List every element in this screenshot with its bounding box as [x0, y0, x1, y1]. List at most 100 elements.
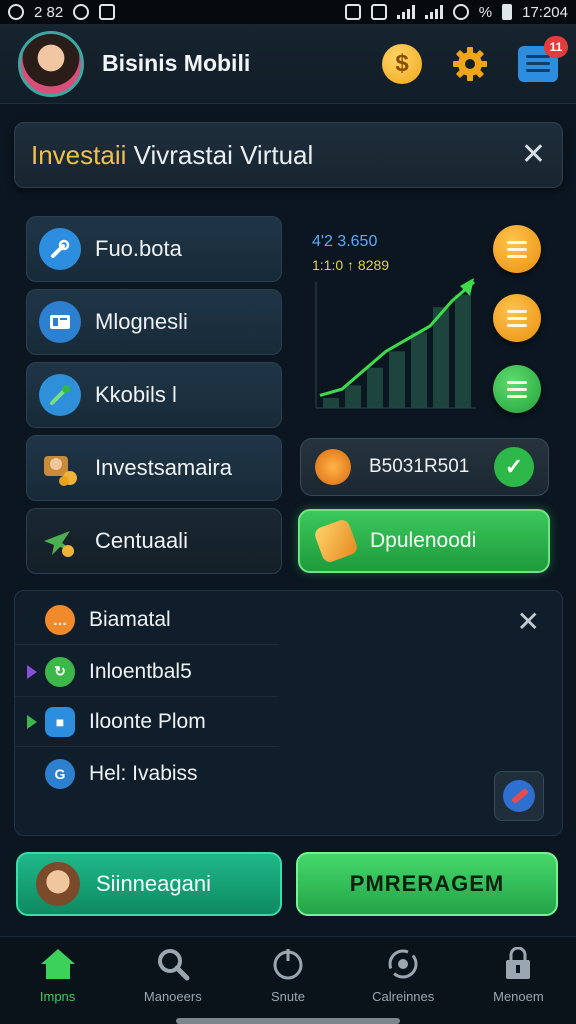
- vibrate-icon: [344, 4, 361, 20]
- square-icon: ■: [45, 706, 75, 737]
- deposit-button[interactable]: Dpulenoodi: [298, 509, 550, 573]
- notification-icon: [8, 4, 24, 20]
- secondary-action-button[interactable]: Siinneagani: [16, 852, 282, 916]
- tool-button[interactable]: [494, 771, 544, 821]
- home-indicator[interactable]: [176, 1018, 400, 1024]
- status-left-text: 2 82: [34, 3, 64, 21]
- app-notification-icon: [73, 4, 90, 20]
- message-icon[interactable]: 11: [518, 35, 568, 82]
- nav-label: Menoem: [493, 989, 544, 1004]
- chart-bar: [389, 351, 405, 408]
- home-icon: [40, 949, 75, 979]
- chart-bars: [323, 294, 471, 408]
- wrench-icon: [503, 780, 535, 812]
- menu-item-label: Mlognesli: [95, 309, 188, 334]
- menu-item-centuaali[interactable]: Centuaali: [26, 508, 282, 574]
- chart-bar: [345, 385, 361, 408]
- menu-item-label: Centuaali: [95, 528, 188, 553]
- secondary-action-label: Siinneagani: [96, 871, 211, 896]
- banner-close-button[interactable]: ✕: [521, 140, 546, 170]
- chart-bar: [455, 294, 471, 408]
- panel-row-iloonte-plom[interactable]: ■ Iloonte Plom: [15, 697, 279, 747]
- avatar[interactable]: [18, 30, 84, 97]
- play-arrow-icon: [27, 664, 37, 679]
- panel-row-label: Biamatal: [89, 607, 171, 631]
- banner-title: Investaii Vivrastai Virtual: [31, 140, 521, 171]
- chart-bar: [433, 307, 449, 408]
- value-card-text: B5031R501: [369, 456, 470, 477]
- lock-icon: [506, 947, 531, 979]
- refresh-icon: ↻: [45, 656, 75, 687]
- gear-icon[interactable]: [450, 44, 490, 84]
- chat-icon: …: [45, 604, 75, 635]
- panel-row-inloentbal5[interactable]: ↻ Inloentbal5: [15, 647, 279, 697]
- nav-item-sync[interactable]: Calreinnes: [346, 937, 461, 1024]
- stats-chart: 4'2 3.650 1:1:0 ↑ 8289: [296, 222, 488, 422]
- battery-icon: [502, 4, 513, 20]
- coin-icon[interactable]: $: [382, 43, 422, 84]
- sync-icon: [388, 949, 418, 979]
- tool-icon: [39, 374, 81, 416]
- rocket-icon: [315, 449, 351, 485]
- coins-icon: [39, 447, 81, 489]
- nav-label: Snute: [271, 989, 305, 1004]
- chart-label-bottom: 1:1:0 ↑ 8289: [312, 257, 389, 273]
- chart-svg: 4'2 3.650 1:1:0 ↑ 8289: [312, 233, 476, 409]
- power-icon: [273, 949, 303, 980]
- banner: Investaii Vivrastai Virtual ✕: [14, 122, 563, 188]
- chart-bar: [367, 367, 383, 408]
- search-icon: [157, 949, 190, 981]
- nav-label: Impns: [39, 989, 76, 1004]
- menu-item-label: Fuo.bota: [95, 236, 182, 261]
- menu-item-fuobota[interactable]: Fuo.bota: [26, 216, 282, 282]
- bottom-nav: Impns Manoeers Snute Calreinnes Menoem: [0, 936, 576, 1024]
- value-card[interactable]: B5031R501 ✓: [300, 438, 549, 496]
- panel-close-button[interactable]: ✕: [517, 605, 540, 638]
- check-icon[interactable]: ✓: [494, 447, 534, 487]
- g-icon: G: [45, 759, 75, 789]
- menu-item-investsamaira[interactable]: Investsamaira: [26, 435, 282, 501]
- nav-item-lock[interactable]: Menoem: [461, 937, 576, 1024]
- primary-action-button[interactable]: PMRERAGEM: [296, 852, 558, 916]
- status-bar: 2 82 % 17:204: [0, 0, 576, 24]
- panel-row-hel-ivabiss[interactable]: G Hel: Ivabiss: [15, 749, 279, 799]
- chart-menu-button-1[interactable]: [493, 225, 541, 273]
- image-notification-icon: [99, 4, 116, 20]
- chart-menu-button-3[interactable]: [493, 365, 541, 413]
- nav-item-power[interactable]: Snute: [230, 937, 345, 1024]
- wrench-icon: [39, 228, 81, 270]
- character-icon: [36, 862, 80, 906]
- banner-title-highlight: Investaii: [31, 139, 127, 170]
- menu-list: Fuo.bota Mlognesli Kkobils l Investsamai…: [26, 216, 282, 581]
- app-title: Bisinis Mobili: [102, 50, 251, 76]
- panel-row-label: Inloentbal5: [89, 659, 192, 683]
- info-panel: ✕ … Biamatal ↻ Inloentbal5 ■ Iloonte Plo…: [14, 590, 563, 836]
- deposit-button-label: Dpulenoodi: [370, 529, 477, 552]
- plane-icon: [39, 520, 81, 562]
- menu-item-label: Investsamaira: [95, 455, 232, 480]
- nav-item-search[interactable]: Manoeers: [115, 937, 230, 1024]
- message-badge: 11: [544, 35, 568, 58]
- panel-row-label: Hel: Ivabiss: [89, 762, 198, 785]
- chart-menu-button-2[interactable]: [493, 294, 541, 342]
- card-icon: [39, 301, 81, 343]
- chart-bar: [323, 397, 339, 408]
- play-arrow-icon: [27, 714, 37, 729]
- signal-2-icon: [424, 5, 443, 19]
- panel-row-label: Iloonte Plom: [89, 709, 206, 733]
- panel-row-biamatal[interactable]: … Biamatal: [15, 595, 279, 645]
- menu-item-mlognesli[interactable]: Mlognesli: [26, 289, 282, 355]
- nav-item-home[interactable]: Impns: [0, 937, 115, 1024]
- app-bar: Bisinis Mobili $ 11: [0, 24, 576, 104]
- nav-label: Calreinnes: [372, 989, 435, 1004]
- menu-item-label: Kkobils l: [95, 382, 177, 407]
- chart-bar: [411, 332, 427, 408]
- cast-icon: [370, 4, 387, 20]
- menu-item-kkobils[interactable]: Kkobils l: [26, 362, 282, 428]
- battery-percent: %: [478, 3, 493, 21]
- clock: 17:204: [522, 3, 568, 21]
- signal-icon: [396, 5, 415, 19]
- chart-label-top: 4'2 3.650: [312, 233, 377, 250]
- primary-action-label: PMRERAGEM: [349, 871, 505, 896]
- banner-title-rest: Vivrastai Virtual: [126, 139, 314, 170]
